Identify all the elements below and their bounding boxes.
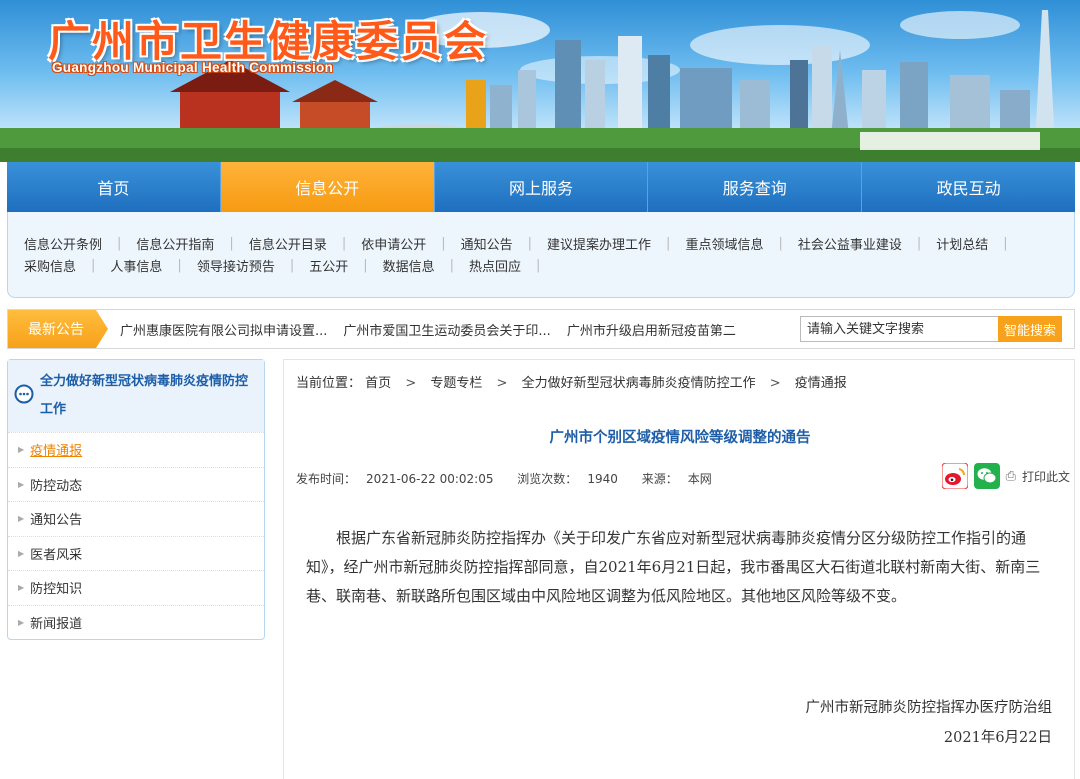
separator: | <box>341 235 347 251</box>
notice-item[interactable]: 广州市爱国卫生运动委员会关于印... <box>343 320 550 339</box>
nav-public-interaction[interactable]: 政民互动 <box>862 162 1075 212</box>
subnav-link[interactable]: 人事信息 <box>110 256 162 275</box>
separator: | <box>449 257 455 273</box>
chat-bubble-icon <box>14 384 34 404</box>
triangle-right-icon: ▶ <box>18 514 25 524</box>
chevron-right-icon: > <box>496 376 508 391</box>
subnav-link[interactable]: 通知公告 <box>461 234 513 253</box>
subnav-link[interactable]: 信息公开目录 <box>249 234 327 253</box>
nav-home[interactable]: 首页 <box>7 162 221 212</box>
article-body: 根据广东省新冠肺炎防控指挥办《关于印发广东省应对新型冠状病毒肺炎疫情分区分级防控… <box>306 529 1041 605</box>
separator: | <box>229 235 234 251</box>
sidebar-item-label: 新闻报道 <box>30 616 83 632</box>
subnav-link[interactable]: 数据信息 <box>383 256 435 275</box>
printer-icon[interactable]: ⎙ <box>1006 469 1016 484</box>
search-input[interactable] <box>800 316 998 342</box>
separator: | <box>536 257 541 273</box>
notice-list: 广州惠康医院有限公司拟申请设置... 广州市爱国卫生运动委员会关于印... 广州… <box>108 320 800 339</box>
site-banner: 广州市卫生健康委员会 Guangzhou Municipal Health Co… <box>0 0 1080 162</box>
subnav-link[interactable]: 建议提案办理工作 <box>547 234 651 253</box>
sidebar-item-label: 防控动态 <box>30 478 83 494</box>
article-source: 来源： 本网 <box>641 472 712 486</box>
separator: | <box>666 235 671 251</box>
subnav-link[interactable]: 信息公开指南 <box>136 234 214 253</box>
sub-nav-row-2: 采购信息 | 人事信息 | 领导接访预告 | 五公开 | 数据信息 | 热点回应 | <box>24 254 1058 276</box>
weibo-share-icon[interactable] <box>941 463 968 489</box>
view-count: 浏览次数： 1940 <box>517 472 618 486</box>
nav-info-disclosure[interactable]: 信息公开 <box>220 162 435 212</box>
notice-label: 最新公告 <box>8 310 108 348</box>
site-subtitle: Guangzhou Municipal Health Commission <box>52 60 334 75</box>
article-signature: 广州市新冠肺炎防控指挥办医疗防治组 2021年6月22日 <box>806 693 1053 753</box>
subnav-link[interactable]: 重点领域信息 <box>685 234 763 253</box>
separator: | <box>117 235 122 251</box>
breadcrumb-link[interactable]: 首页 <box>365 376 391 391</box>
notice-item[interactable]: 广州惠康医院有限公司拟申请设置... <box>120 320 327 339</box>
sidebar-item-notices[interactable]: ▶ 通知公告 <box>8 501 264 536</box>
sidebar-title: 全力做好新型冠状病毒肺炎疫情防控工作 <box>40 374 249 417</box>
separator: | <box>177 257 182 273</box>
sidebar-item-prevention-knowledge[interactable]: ▶ 防控知识 <box>8 570 264 605</box>
separator: | <box>778 235 783 251</box>
sub-nav: 信息公开条例 | 信息公开指南 | 信息公开目录 | 依申请公开 | 通知公告 | 建议提… <box>7 212 1075 298</box>
print-link[interactable]: 打印此文 <box>1022 468 1070 485</box>
search-box: 智能搜索 <box>800 316 1062 342</box>
sidebar-header: 全力做好新型冠状病毒肺炎疫情防控工作 <box>8 360 264 432</box>
sidebar-item-label: 疫情通报 <box>30 444 83 460</box>
sidebar-item-prevention-news[interactable]: ▶ 防控动态 <box>8 466 264 502</box>
article-title: 广州市个别区域疫情风险等级调整的通告 <box>549 430 811 446</box>
subnav-link[interactable]: 社会公益事业建设 <box>798 234 902 253</box>
sub-nav-row-1: 信息公开条例 | 信息公开指南 | 信息公开目录 | 依申请公开 | 通知公告 | 建议提… <box>24 232 1058 254</box>
wechat-share-icon[interactable] <box>973 463 1000 489</box>
sign-date: 2021年6月22日 <box>943 730 1052 746</box>
breadcrumb-link[interactable]: 全力做好新型冠状病毒肺炎疫情防控工作 <box>522 376 756 391</box>
separator: | <box>916 235 922 251</box>
triangle-right-icon: ▶ <box>18 617 25 627</box>
triangle-right-icon: ▶ <box>18 548 25 558</box>
separator: | <box>527 235 533 251</box>
triangle-right-icon: ▶ <box>18 583 25 593</box>
sidebar-item-label: 医者风采 <box>30 547 83 563</box>
breadcrumb-prefix: 当前位置： <box>296 376 362 391</box>
main-nav: 首页 信息公开 网上服务 服务查询 政民互动 <box>7 162 1075 212</box>
separator: | <box>441 235 446 251</box>
subnav-link[interactable]: 采购信息 <box>24 256 76 275</box>
article-panel: 当前位置： 首页 > 专题专栏 > 全力做好新型冠状病毒肺炎疫情防控工作 > 疫… <box>283 359 1075 779</box>
sidebar-item-label: 通知公告 <box>30 513 83 529</box>
breadcrumb-link[interactable]: 专题专栏 <box>430 376 482 391</box>
notice-item[interactable]: 广州市升级启用新冠疫苗第二 <box>567 320 736 339</box>
nav-online-service[interactable]: 网上服务 <box>435 162 649 212</box>
sidebar: 全力做好新型冠状病毒肺炎疫情防控工作 ▶ 疫情通报 ▶ 防控动态 ▶ 通知公告 … <box>7 359 265 640</box>
publish-time: 发布时间： 2021-06-22 00:02:05 <box>296 472 494 486</box>
separator: | <box>91 257 96 273</box>
separator: | <box>1003 235 1008 251</box>
notice-bar: 最新公告 广州惠康医院有限公司拟申请设置... 广州市爱国卫生运动委员会关于印.… <box>7 309 1075 349</box>
breadcrumb: 当前位置： 首页 > 专题专栏 > 全力做好新型冠状病毒肺炎疫情防控工作 > 疫… <box>296 372 847 391</box>
subnav-link[interactable]: 热点回应 <box>469 256 521 275</box>
search-button[interactable]: 智能搜索 <box>998 316 1062 342</box>
sidebar-item-label: 防控知识 <box>30 582 83 598</box>
chevron-right-icon: > <box>769 376 781 391</box>
article-meta: 发布时间： 2021-06-22 00:02:05 浏览次数： 1940 来源： 本网 <box>296 470 732 487</box>
subnav-link[interactable]: 依申请公开 <box>361 234 426 253</box>
subnav-link[interactable]: 领导接访预告 <box>197 256 275 275</box>
subnav-link[interactable]: 信息公开条例 <box>24 234 102 253</box>
subnav-link[interactable]: 五公开 <box>309 256 348 275</box>
share-toolbar: ⎙ 打印此文 <box>941 463 1070 489</box>
separator: | <box>289 257 295 273</box>
triangle-right-icon: ▶ <box>18 445 25 455</box>
signer: 广州市新冠肺炎防控指挥办医疗防治组 <box>805 700 1053 716</box>
separator: | <box>363 257 368 273</box>
triangle-right-icon: ▶ <box>18 479 25 489</box>
nav-service-query[interactable]: 服务查询 <box>648 162 863 212</box>
breadcrumb-link[interactable]: 疫情通报 <box>795 376 847 391</box>
sidebar-item-medical-staff[interactable]: ▶ 医者风采 <box>8 535 264 571</box>
sidebar-item-news-reports[interactable]: ▶ 新闻报道 <box>8 604 264 640</box>
chevron-right-icon: > <box>405 376 417 391</box>
sidebar-item-epidemic-report[interactable]: ▶ 疫情通报 <box>8 432 264 467</box>
subnav-link[interactable]: 计划总结 <box>936 234 988 253</box>
